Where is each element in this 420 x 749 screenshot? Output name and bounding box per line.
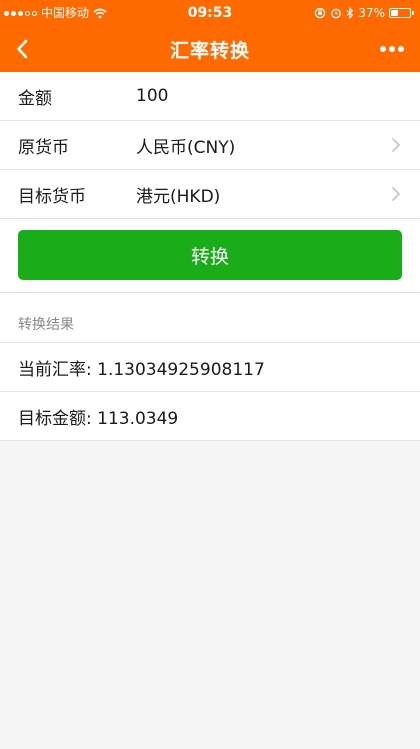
conversion-form: 金额 原货币 人民币(CNY) 目标货币 港元(HKD) <box>0 72 420 219</box>
more-dot-icon <box>380 46 386 52</box>
more-button[interactable] <box>374 34 410 64</box>
orientation-lock-icon <box>315 7 326 19</box>
app-header: 中国移动 09:53 37% 汇率转换 <box>0 0 420 72</box>
status-right: 37% <box>314 7 414 19</box>
convert-button[interactable]: 转换 <box>18 230 402 280</box>
target-currency-label: 目标货币 <box>18 186 86 207</box>
chevron-left-icon <box>17 39 28 59</box>
source-currency-label: 原货币 <box>18 137 69 158</box>
target-amount-text: 目标金额: 113.0349 <box>0 392 420 441</box>
target-currency-row[interactable]: 目标货币 港元(HKD) <box>0 170 420 219</box>
amount-label: 金额 <box>18 88 52 109</box>
battery-percent: 37% <box>358 6 385 20</box>
carrier-name: 中国移动 <box>41 6 90 20</box>
source-currency-row[interactable]: 原货币 人民币(CNY) <box>0 121 420 170</box>
convert-button-area: 转换 <box>0 219 420 293</box>
battery-icon <box>389 8 414 18</box>
bluetooth-icon <box>346 7 354 19</box>
status-left: 中国移动 <box>4 7 107 19</box>
back-button[interactable] <box>10 34 34 64</box>
amount-input[interactable] <box>136 86 402 106</box>
nav-bar: 汇率转换 <box>0 26 420 72</box>
source-currency-value: 人民币(CNY) <box>136 137 236 158</box>
wifi-icon <box>93 8 107 18</box>
target-currency-value: 港元(HKD) <box>136 186 221 207</box>
chevron-right-icon <box>392 138 400 152</box>
current-rate-text: 当前汇率: 1.13034925908117 <box>0 343 420 392</box>
alarm-icon <box>331 8 342 19</box>
page-title: 汇率转换 <box>169 39 250 62</box>
more-dot-icon <box>398 46 404 52</box>
amount-row[interactable]: 金额 <box>0 72 420 121</box>
chevron-right-icon <box>392 187 400 201</box>
status-bar: 中国移动 09:53 37% <box>0 0 420 26</box>
signal-strength-icon <box>4 10 37 16</box>
more-dot-icon <box>389 46 395 52</box>
app-screen: 中国移动 09:53 37% 汇率转换 金额 100 原货币 人民币(CNY) … <box>0 0 420 749</box>
result-section-title: 转换结果 <box>0 293 420 343</box>
